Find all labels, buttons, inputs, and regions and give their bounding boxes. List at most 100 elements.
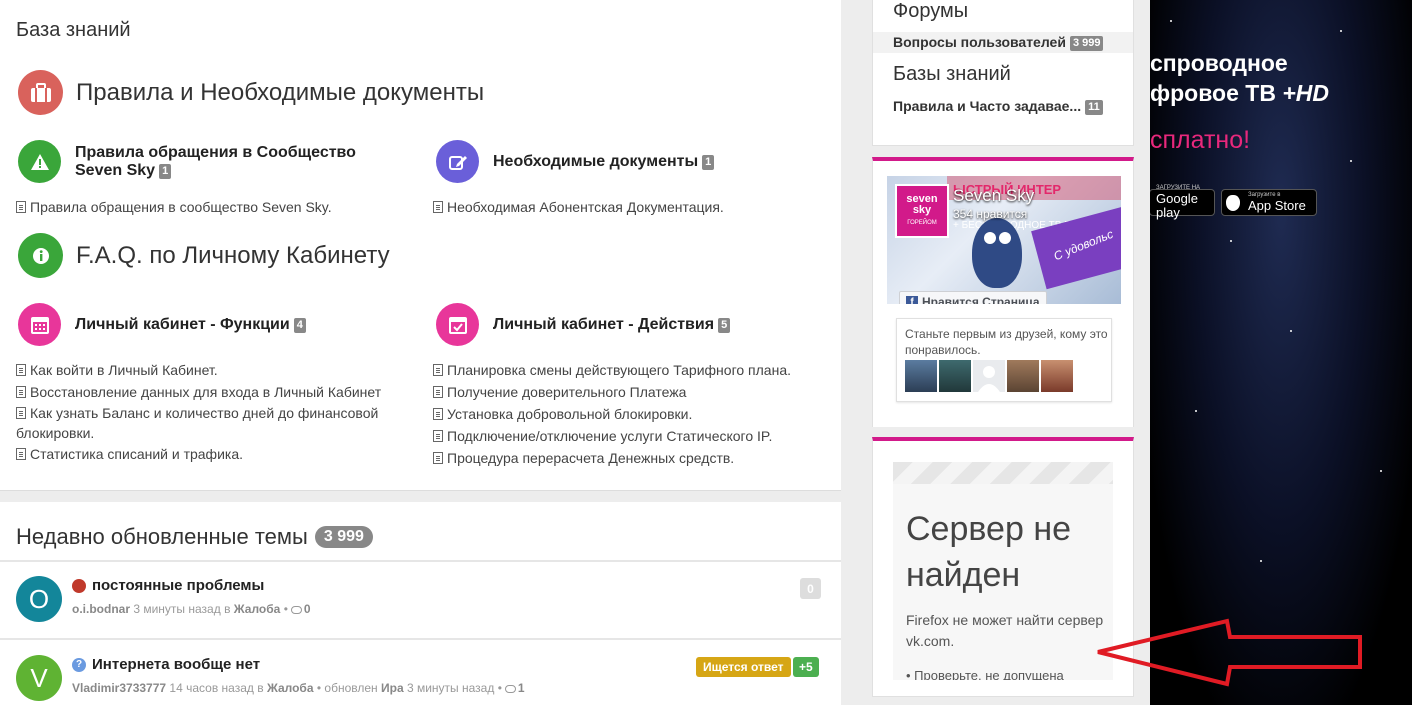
ad-headline: спроводное <box>1150 50 1288 76</box>
topic-title[interactable]: постоянные проблемы <box>92 577 264 594</box>
avatar[interactable] <box>939 360 971 392</box>
section-rules[interactable]: Правила и Необходимые документы <box>18 70 484 115</box>
category-links: Как войти в Личный Кабинет. Восстановлен… <box>16 359 416 465</box>
document-icon <box>16 448 26 460</box>
star <box>1260 560 1262 562</box>
section-faq[interactable]: F.A.Q. по Личному Кабинету <box>18 233 390 278</box>
list-item[interactable]: Необходимая Абонентская Документация. <box>433 196 724 218</box>
list-item[interactable]: Восстановление данных для входа в Личный… <box>16 381 416 403</box>
category-rules-appeal[interactable]: Правила обращения в Сообщество Seven Sky… <box>18 140 356 183</box>
bug-icon <box>72 578 86 593</box>
error-text: Firefox не может найти сервер vk.com. <box>906 612 1104 649</box>
topic-updater[interactable]: Ира <box>381 681 404 695</box>
category-label: Правила обращения в Сообщество Seven Sky… <box>75 143 356 179</box>
ad-free-text: сплатно! <box>1150 126 1251 154</box>
topic-title[interactable]: Интернета вообще нет <box>92 656 260 673</box>
item-count: 11 <box>1085 100 1103 115</box>
item-count: 3 999 <box>1069 36 1104 51</box>
document-icon <box>16 386 26 398</box>
sidebar-nav-box: Форумы Вопросы пользователей 3 999 Базы з… <box>872 0 1134 146</box>
sidebar-item-user-questions[interactable]: Вопросы пользователей 3 999 <box>873 32 1133 53</box>
list-item[interactable]: Как узнать Баланс и количество дней до ф… <box>16 403 416 443</box>
document-icon <box>16 407 26 419</box>
topic-meta: Vladimir3733777 14 часов назад в Жалоба … <box>72 681 525 695</box>
star <box>1340 30 1342 32</box>
facebook-icon: f <box>906 296 918 304</box>
document-icon <box>433 364 443 376</box>
edit-icon <box>436 140 479 183</box>
divider <box>0 638 841 640</box>
section-title: Правила и Необходимые документы <box>76 78 485 106</box>
ad-headline: фровое ТВ +HD <box>1150 80 1329 106</box>
topic-author[interactable]: o.i.bodnar <box>72 602 130 616</box>
document-icon <box>433 201 443 213</box>
document-icon <box>433 452 443 464</box>
google-play-button[interactable]: ЗАГРУЗИТЕ НА Google play <box>1150 185 1215 220</box>
list-item[interactable]: Получение доверительного Платежа <box>433 381 791 403</box>
avatar[interactable] <box>1041 360 1073 392</box>
category-cabinet-functions[interactable]: Личный кабинет - Функции 4 <box>18 303 306 346</box>
recent-topics-count: 3 999 <box>314 526 373 548</box>
warning-icon <box>18 140 61 183</box>
section-title: F.A.Q. по Личному Кабинету <box>76 241 390 269</box>
list-item[interactable]: Правила обращения в сообщество Seven Sky… <box>16 196 332 218</box>
status-badge: Ищется ответ <box>696 657 791 677</box>
calendar-check-icon <box>436 303 479 346</box>
topic-author[interactable]: Vladimir3733777 <box>72 681 166 695</box>
star <box>1195 410 1197 412</box>
page-logo[interactable]: seven sky ГОРЕЙОМ <box>895 184 949 238</box>
star <box>1170 20 1172 22</box>
fb-cover-image[interactable]: ЫСТРЫЙ ИНТЕР + БЕСПРОВОДНОЕ ТВ БЕСПЛА С … <box>887 176 1121 304</box>
vote-count-badge: +5 <box>793 657 819 677</box>
fb-friends-box: Станьте первым из друзей, кому это понра… <box>896 318 1112 402</box>
star <box>1350 160 1352 162</box>
category-documents[interactable]: Необходимые документы 1 <box>436 140 715 183</box>
category-count: 1 <box>159 163 172 179</box>
mascot-image <box>972 218 1022 288</box>
category-count: 4 <box>293 317 306 333</box>
document-icon <box>16 201 26 213</box>
category-cabinet-actions[interactable]: Личный кабинет - Действия 5 <box>436 303 731 346</box>
category-label: Необходимые документы 1 <box>493 153 715 171</box>
annotation-arrow-icon <box>1097 618 1362 687</box>
fb-like-count: 354 нравится <box>953 207 1028 221</box>
vote-count-badge: 0 <box>800 578 821 599</box>
sidebar-forums-title[interactable]: Форумы <box>893 0 968 23</box>
table-row[interactable]: V ? Интернета вообще нет Vladimir3733777 … <box>16 655 525 701</box>
star <box>1290 330 1292 332</box>
avatar[interactable]: V <box>16 655 62 701</box>
app-store-button[interactable]: Загрузите в App Store <box>1221 189 1317 216</box>
comment-icon <box>290 606 302 614</box>
list-item[interactable]: Процедура перерасчета Денежных средств. <box>433 447 791 469</box>
category-count: 1 <box>702 154 715 170</box>
table-row[interactable]: O постоянные проблемы o.i.bodnar 3 минут… <box>16 576 311 622</box>
list-item[interactable]: Статистика списаний и трафика. <box>16 443 416 465</box>
briefcase-icon <box>18 70 63 115</box>
fb-page-name[interactable]: Seven Sky <box>953 186 1034 206</box>
topic-forum[interactable]: Жалоба <box>234 602 281 616</box>
category-links: Правила обращения в сообщество Seven Sky… <box>16 196 332 218</box>
info-icon <box>18 233 63 278</box>
list-item[interactable]: Как войти в Личный Кабинет. <box>16 359 416 381</box>
error-stripe <box>893 462 1113 484</box>
topic-forum[interactable]: Жалоба <box>267 681 314 695</box>
comment-icon <box>504 685 516 693</box>
category-label: Личный кабинет - Действия 5 <box>493 316 731 334</box>
avatar[interactable] <box>973 360 1005 392</box>
avatar[interactable] <box>1007 360 1039 392</box>
list-item[interactable]: Установка добровольной блокировки. <box>433 403 791 425</box>
avatar[interactable] <box>905 360 937 392</box>
fb-like-button[interactable]: f Нравится Страница <box>899 291 1047 304</box>
recent-topics-title: Недавно обновленные темы 3 999 <box>16 524 373 550</box>
list-item[interactable]: Планировка смены действующего Тарифного … <box>433 359 791 381</box>
ad-banner[interactable]: спроводное фровое ТВ +HD сплатно! ЗАГРУЗ… <box>1150 0 1412 705</box>
avatar[interactable]: O <box>16 576 62 622</box>
error-bullet: • Проверьте, не допущена <box>906 668 1064 680</box>
topic-meta: o.i.bodnar 3 минуты назад в Жалоба • 0 <box>72 602 311 616</box>
sidebar-item-rules-faq[interactable]: Правила и Часто задавае... 11 <box>873 96 1133 116</box>
list-item[interactable]: Подключение/отключение услуги Статическо… <box>433 425 791 447</box>
sidebar-kb-title[interactable]: Базы знаний <box>893 63 1011 86</box>
document-icon <box>16 364 26 376</box>
document-icon <box>433 430 443 442</box>
category-links: Необходимая Абонентская Документация. <box>433 196 724 218</box>
